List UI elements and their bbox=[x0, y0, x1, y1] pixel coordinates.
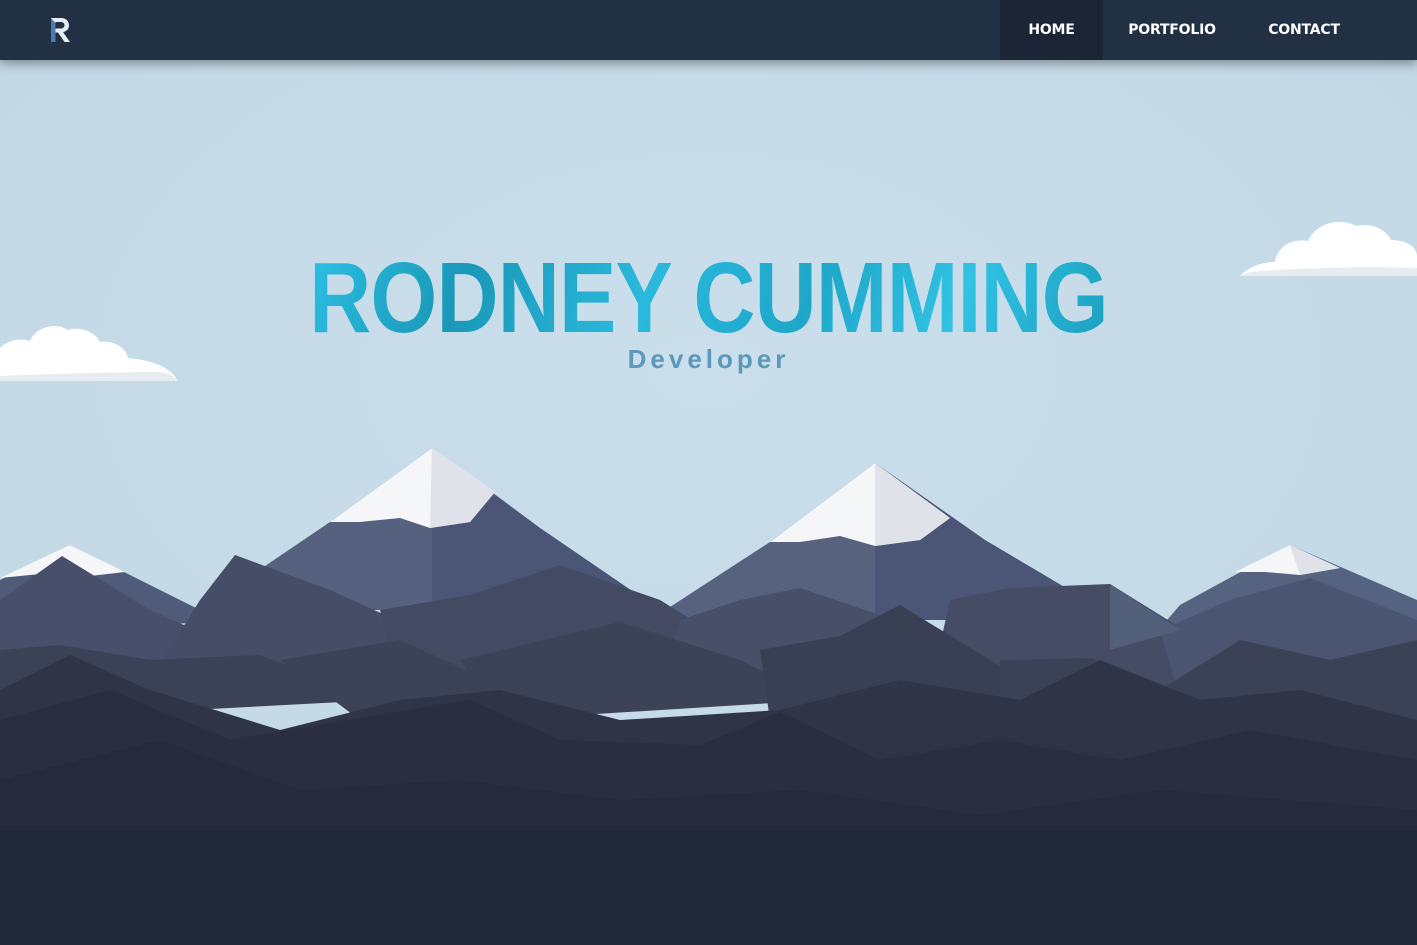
nav-portfolio[interactable]: PORTFOLIO bbox=[1103, 0, 1241, 60]
nav-contact[interactable]: CONTACT bbox=[1241, 0, 1367, 60]
hero-title: RODNEY CUMMING bbox=[99, 238, 1318, 358]
hero-subtitle: Developer bbox=[627, 344, 790, 374]
logo-icon bbox=[51, 18, 70, 42]
logo-link[interactable] bbox=[44, 14, 76, 46]
top-navbar: HOME PORTFOLIO CONTACT bbox=[0, 0, 1417, 60]
mountain-landscape-illustration bbox=[0, 60, 1417, 945]
hero-section: RODNEY CUMMING Developer bbox=[0, 60, 1417, 945]
nav-home[interactable]: HOME bbox=[1000, 0, 1103, 60]
main-nav: HOME PORTFOLIO CONTACT bbox=[1000, 0, 1417, 60]
